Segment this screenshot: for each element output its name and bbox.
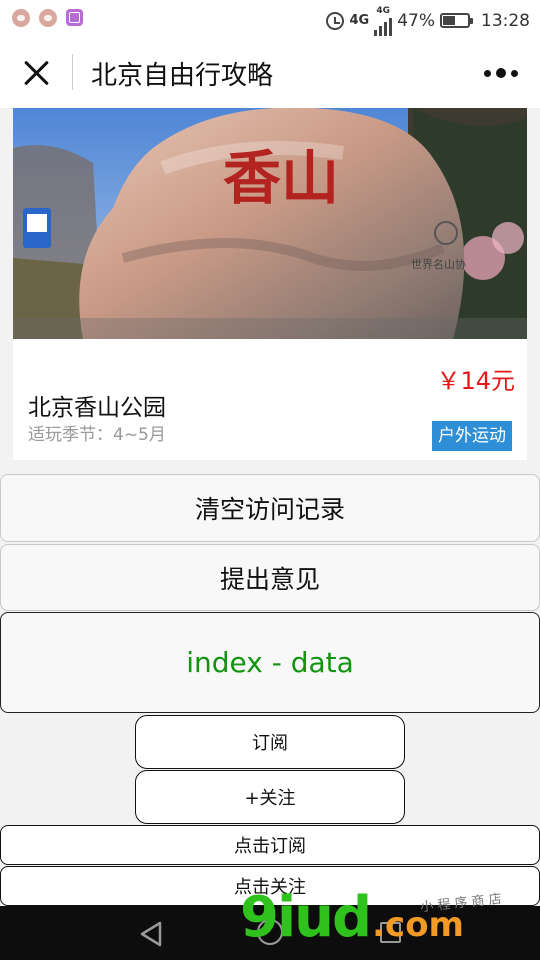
status-notification-icons bbox=[12, 9, 83, 27]
attraction-card[interactable]: 香山 世界名山协 ￥14元 北京香山公园 适玩季节：4~5月 户外运动 bbox=[13, 108, 527, 460]
clock: 13:28 bbox=[481, 10, 530, 31]
battery-fill bbox=[443, 16, 456, 25]
notification-icon bbox=[12, 9, 30, 27]
subscribe-button[interactable]: 订阅 bbox=[135, 715, 405, 769]
network-type: 4G bbox=[349, 14, 369, 27]
battery-icon bbox=[440, 13, 473, 28]
alarm-icon bbox=[326, 11, 345, 30]
mini-program-nav-bar: 北京自由行攻略 bbox=[0, 36, 540, 108]
xiangshan-rock-photo: 香山 世界名山协 bbox=[13, 108, 527, 339]
close-icon[interactable] bbox=[20, 57, 52, 89]
clear-history-button[interactable]: 清空访问记录 bbox=[0, 474, 540, 542]
network-type-secondary: 4G bbox=[374, 5, 393, 36]
network-main-label: 4G bbox=[349, 13, 370, 28]
click-follow-button[interactable]: 点击关注 bbox=[0, 866, 540, 906]
gallery-icon bbox=[66, 9, 83, 26]
rock-carving-text: 香山 bbox=[223, 144, 339, 212]
system-navigation-bar bbox=[0, 906, 540, 960]
feedback-button[interactable]: 提出意见 bbox=[0, 544, 540, 611]
battery-percent: 47% bbox=[397, 10, 435, 31]
network-small-label: 4G bbox=[376, 6, 391, 16]
status-bar: 4G 4G 47% 13:28 bbox=[0, 0, 540, 36]
nav-divider bbox=[72, 54, 73, 90]
best-season: 适玩季节：4~5月 bbox=[28, 425, 166, 445]
category-tag[interactable]: 户外运动 bbox=[432, 421, 512, 451]
notification-icon bbox=[39, 9, 57, 27]
page-title: 北京自由行攻略 bbox=[91, 61, 274, 91]
attraction-photo: 香山 世界名山协 bbox=[13, 108, 527, 339]
more-icon[interactable] bbox=[484, 68, 518, 78]
home-icon[interactable] bbox=[257, 919, 283, 945]
follow-button[interactable]: +关注 bbox=[135, 770, 405, 824]
ticket-price: ￥14元 bbox=[436, 367, 515, 395]
status-indicators: 4G 4G 47% 13:28 bbox=[326, 5, 530, 36]
signal-icon bbox=[374, 18, 393, 36]
recent-apps-icon[interactable] bbox=[380, 922, 401, 943]
click-subscribe-button[interactable]: 点击订阅 bbox=[0, 825, 540, 865]
svg-text:世界名山协: 世界名山协 bbox=[411, 257, 466, 271]
index-data-button[interactable]: index - data bbox=[0, 612, 540, 713]
attraction-name: 北京香山公园 bbox=[28, 395, 166, 421]
back-icon[interactable] bbox=[138, 921, 164, 947]
